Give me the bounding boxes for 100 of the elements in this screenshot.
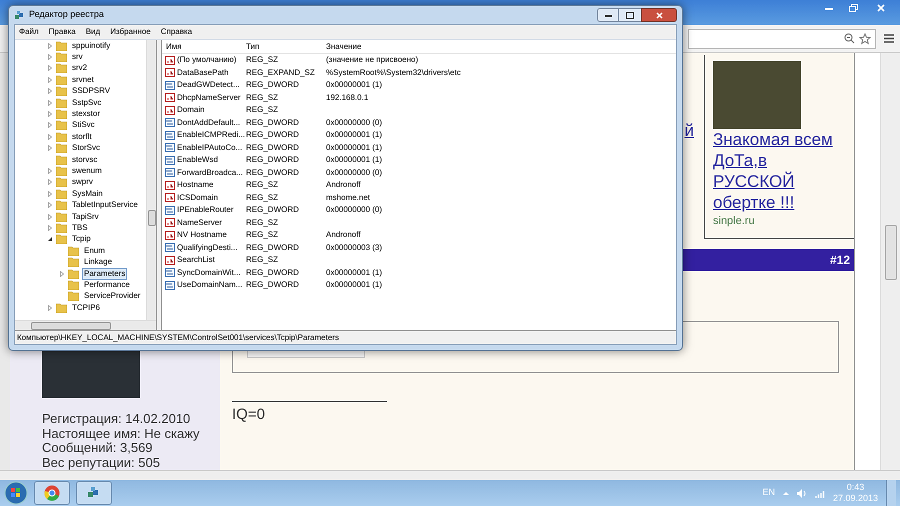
value-name[interactable]: ICSDomain — [177, 192, 218, 204]
collapsed-arrow-icon[interactable] — [47, 134, 53, 140]
value-name[interactable]: SyncDomainWit... — [177, 266, 241, 279]
collapsed-arrow-icon[interactable] — [47, 202, 53, 208]
value-name[interactable]: DhcpNameServer — [177, 92, 241, 104]
tree-item[interactable]: storflt — [70, 130, 94, 143]
value-name[interactable]: ForwardBroadca... — [177, 166, 243, 179]
value-name[interactable]: Domain — [177, 104, 205, 116]
tree-item[interactable]: storvsc — [70, 154, 100, 166]
folder-icon — [56, 143, 67, 154]
registry-cubes-icon — [14, 10, 25, 20]
value-name[interactable]: EnableWsd — [177, 154, 218, 166]
tree-item[interactable]: Enum — [82, 244, 107, 257]
folder-icon — [56, 109, 67, 120]
link[interactable]: й — [684, 121, 694, 141]
menu-item[interactable]: Избранное — [110, 26, 151, 38]
value-type: REG_SZ — [245, 216, 280, 229]
tree-item[interactable]: Tcpip — [70, 233, 93, 246]
horizontal-scrollbar[interactable] — [0, 470, 900, 480]
star-icon[interactable] — [859, 32, 871, 44]
tree-item[interactable]: SSDPSRV — [70, 85, 112, 98]
close-button[interactable] — [641, 8, 677, 22]
collapsed-arrow-icon[interactable] — [47, 42, 53, 49]
taskbar-button[interactable] — [34, 481, 70, 505]
expanded-arrow-icon[interactable] — [47, 236, 53, 242]
tree-item[interactable]: srvnet — [70, 74, 96, 86]
value-name[interactable]: EnableICMPRedi... — [177, 129, 246, 142]
collapsed-arrow-icon[interactable] — [47, 168, 53, 174]
tree-item[interactable]: TapiSrv — [70, 210, 101, 223]
collapsed-arrow-icon[interactable] — [47, 76, 53, 83]
collapsed-arrow-icon[interactable] — [47, 111, 53, 118]
column-header[interactable]: Тип — [242, 40, 322, 52]
tree-item[interactable]: StorSvc — [70, 142, 102, 154]
collapsed-arrow-icon[interactable] — [47, 54, 53, 60]
value-name[interactable]: SearchList — [177, 254, 215, 266]
tree-item[interactable]: Linkage — [82, 256, 114, 268]
tree-item[interactable]: sppuinotify — [70, 40, 112, 52]
collapsed-arrow-icon[interactable] — [47, 145, 53, 152]
tree-item[interactable]: SysMain — [70, 188, 105, 200]
minimize-button[interactable] — [597, 8, 619, 22]
maximize-button[interactable] — [619, 8, 641, 22]
collapsed-arrow-icon[interactable] — [47, 179, 53, 186]
value-name[interactable]: DataBasePath — [177, 66, 229, 79]
tree-item[interactable]: swprv — [70, 176, 95, 188]
speaker-icon[interactable] — [796, 488, 807, 498]
value-name[interactable]: NameServer — [177, 216, 222, 229]
value-name[interactable]: DeadGWDetect... — [177, 79, 240, 92]
collapsed-arrow-icon[interactable] — [47, 100, 53, 106]
vertical-scrollbar[interactable] — [146, 40, 156, 320]
tree-item[interactable]: stexstor — [70, 108, 102, 120]
taskbar-button[interactable] — [76, 481, 112, 505]
user-info-text: Настоящее имя: Не скажу — [42, 426, 201, 441]
show-desktop-button[interactable] — [886, 480, 896, 506]
value-type: REG_SZ — [245, 192, 280, 204]
value-name[interactable]: QualifyingDesti... — [177, 242, 238, 254]
zoom-icon[interactable] — [844, 33, 855, 44]
collapsed-arrow-icon[interactable] — [59, 270, 65, 276]
tree-item[interactable]: TCPIP6 — [70, 302, 102, 314]
collapsed-arrow-icon[interactable] — [47, 122, 53, 128]
collapsed-arrow-icon[interactable] — [47, 224, 53, 231]
column-header[interactable]: Значение — [322, 40, 502, 52]
menu-item[interactable]: Файл — [19, 26, 39, 38]
menu-item[interactable]: Вид — [86, 26, 100, 38]
post-number[interactable]: #12 — [830, 251, 850, 269]
value-data: 0x00000001 (1) — [325, 142, 382, 154]
tree-item[interactable]: ServiceProvider — [82, 290, 142, 302]
value-data: 0x00000000 (0) — [325, 116, 382, 129]
value-name[interactable]: IPEnableRouter — [177, 204, 234, 216]
menu-icon[interactable] — [884, 34, 894, 43]
tree-item[interactable]: TabletInputService — [70, 199, 140, 212]
column-header[interactable]: Имя — [162, 40, 242, 52]
value-name[interactable]: EnableIPAutoCo... — [177, 142, 242, 154]
value-name[interactable]: NV Hostname — [177, 229, 227, 242]
value-name[interactable]: DontAddDefault... — [177, 116, 240, 129]
horizontal-scrollbar[interactable] — [15, 320, 156, 330]
menu-item[interactable]: Правка — [48, 26, 76, 38]
ad-link[interactable]: Знакомая всем ДоТа,в РУССКОЙ обертке !!! — [713, 129, 848, 213]
collapsed-arrow-icon[interactable] — [47, 65, 53, 72]
collapsed-arrow-icon[interactable] — [47, 190, 53, 197]
collapsed-arrow-icon[interactable] — [47, 214, 53, 220]
value-name[interactable]: UseDomainNam... — [177, 279, 242, 292]
string-value-icon — [165, 193, 175, 202]
value-data: Andronoff — [325, 229, 361, 242]
collapsed-arrow-icon[interactable] — [47, 88, 53, 94]
value-name[interactable]: Hostname — [177, 179, 214, 192]
tree-item[interactable]: swenum — [70, 165, 104, 177]
vertical-scrollbar[interactable] — [880, 53, 900, 470]
tree-item[interactable]: Performance — [82, 278, 132, 291]
menu-item[interactable]: Справка — [160, 26, 192, 38]
tree-item[interactable]: srv2 — [70, 62, 90, 74]
collapsed-arrow-icon[interactable] — [47, 304, 53, 311]
tree-item[interactable]: srv — [70, 51, 85, 64]
up-arrow-icon[interactable] — [782, 491, 789, 495]
tree-item[interactable]: TBS — [70, 222, 90, 234]
start-orb-icon[interactable] — [4, 481, 28, 505]
tree-item[interactable]: StiSvc — [70, 119, 97, 132]
tree-item[interactable]: SstpSvc — [70, 96, 104, 109]
signal-bars-icon[interactable] — [814, 488, 825, 498]
value-name[interactable]: (По умолчанию) — [177, 54, 236, 66]
tree-item[interactable]: Parameters — [82, 268, 128, 280]
